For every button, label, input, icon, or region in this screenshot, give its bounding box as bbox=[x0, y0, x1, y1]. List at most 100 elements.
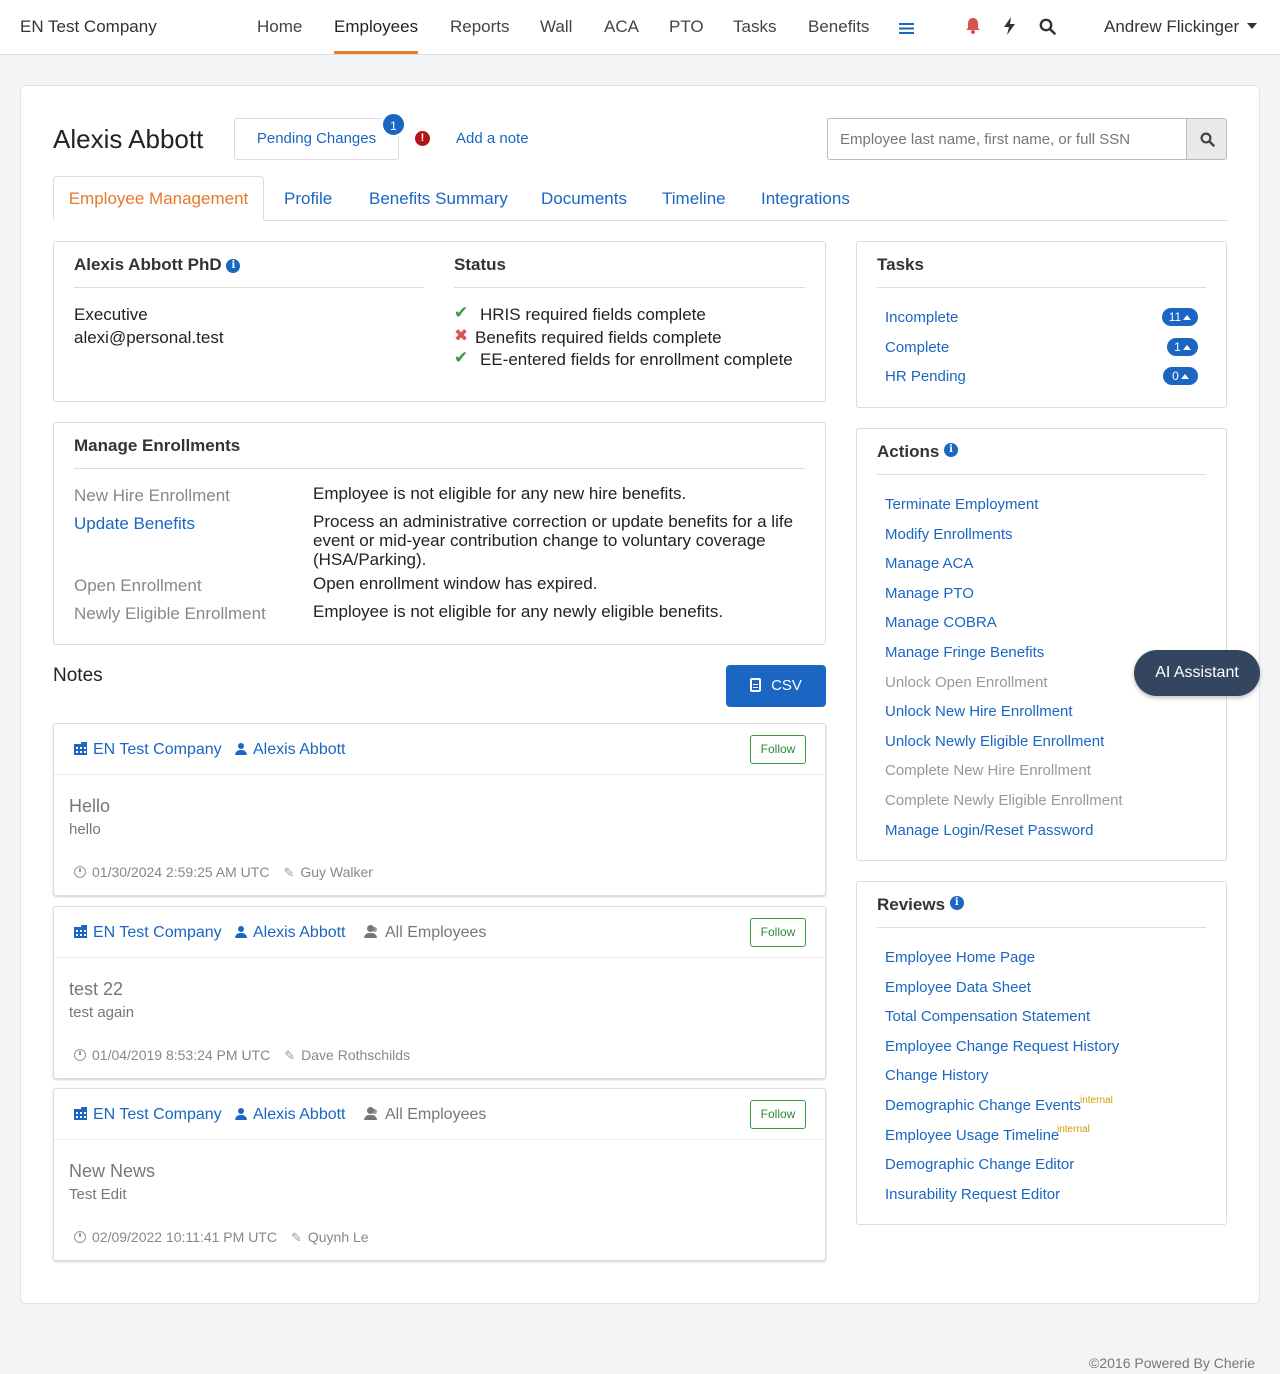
tab-benefits-summary[interactable]: Benefits Summary bbox=[369, 189, 508, 209]
nav-wall[interactable]: Wall bbox=[540, 17, 572, 37]
divider bbox=[54, 957, 825, 958]
users-icon bbox=[363, 925, 379, 938]
check-icon: ✔ bbox=[454, 348, 469, 367]
follow-button[interactable]: Follow bbox=[750, 735, 806, 764]
ai-assistant-button[interactable]: AI Assistant bbox=[1134, 650, 1260, 696]
note-employee-tag[interactable]: Alexis Abbott bbox=[235, 1106, 346, 1124]
alert-icon[interactable]: ! bbox=[415, 131, 430, 146]
nav-home[interactable]: Home bbox=[257, 17, 302, 37]
note-meta: 01/30/2024 2:59:25 AM UTC ✎ Guy Walker bbox=[74, 864, 373, 881]
review-employee-usage-timeline[interactable]: Employee Usage Timeline bbox=[885, 1127, 1059, 1144]
info-icon[interactable]: i bbox=[226, 259, 241, 273]
employee-search-input[interactable] bbox=[827, 118, 1187, 160]
note-card: EN Test Company Alexis Abbott Follow Hel… bbox=[53, 723, 826, 896]
nav-employees[interactable]: Employees bbox=[334, 17, 418, 37]
caret-up-icon bbox=[1183, 315, 1192, 320]
task-hr-pending-link[interactable]: HR Pending bbox=[885, 368, 966, 385]
hamburger-menu-icon[interactable] bbox=[899, 20, 914, 40]
lightning-icon[interactable] bbox=[1003, 17, 1016, 40]
review-insurability-request-editor[interactable]: Insurability Request Editor bbox=[885, 1186, 1060, 1203]
note-author: Dave Rothschilds bbox=[301, 1047, 411, 1063]
open-enrollment-label: Open Enrollment bbox=[74, 576, 202, 595]
nav-reports[interactable]: Reports bbox=[450, 17, 510, 37]
pencil-icon: ✎ bbox=[284, 1048, 296, 1063]
note-company-tag[interactable]: EN Test Company bbox=[74, 741, 222, 759]
note-card: EN Test Company Alexis Abbott All Employ… bbox=[53, 906, 826, 1079]
divider bbox=[54, 1139, 825, 1140]
note-company-tag[interactable]: EN Test Company bbox=[74, 924, 222, 942]
tab-profile[interactable]: Profile bbox=[284, 189, 332, 209]
internal-badge: internal bbox=[1057, 1124, 1090, 1135]
action-manage-aca[interactable]: Manage ACA bbox=[885, 555, 973, 572]
action-manage-login-reset-password[interactable]: Manage Login/Reset Password bbox=[885, 822, 1093, 839]
brand-name[interactable]: EN Test Company bbox=[20, 17, 157, 37]
action-terminate-employment[interactable]: Terminate Employment bbox=[885, 496, 1038, 513]
note-timestamp: 02/09/2022 10:11:41 PM UTC bbox=[92, 1229, 277, 1245]
follow-button[interactable]: Follow bbox=[750, 918, 806, 947]
enrollments-heading: Manage Enrollments bbox=[74, 436, 241, 455]
task-complete-link[interactable]: Complete bbox=[885, 339, 949, 356]
note-title: New News bbox=[69, 1161, 156, 1181]
action-manage-fringe-benefits[interactable]: Manage Fringe Benefits bbox=[885, 644, 1044, 661]
nav-pto[interactable]: PTO bbox=[669, 17, 704, 37]
divider bbox=[54, 774, 825, 775]
action-unlock-new-hire-enrollment[interactable]: Unlock New Hire Enrollment bbox=[885, 703, 1073, 720]
action-manage-pto[interactable]: Manage PTO bbox=[885, 585, 974, 602]
tab-documents[interactable]: Documents bbox=[541, 189, 627, 209]
review-total-compensation-statement[interactable]: Total Compensation Statement bbox=[885, 1008, 1090, 1025]
action-manage-cobra[interactable]: Manage COBRA bbox=[885, 614, 997, 631]
search-button[interactable] bbox=[1186, 118, 1227, 160]
action-modify-enrollments[interactable]: Modify Enrollments bbox=[885, 526, 1013, 543]
note-employee-tag[interactable]: Alexis Abbott bbox=[235, 924, 346, 942]
nav-aca[interactable]: ACA bbox=[604, 17, 639, 37]
action-unlock-newly-eligible-enrollment[interactable]: Unlock Newly Eligible Enrollment bbox=[885, 733, 1104, 750]
note-employee-tag[interactable]: Alexis Abbott bbox=[235, 741, 346, 759]
pending-count-badge: 1 bbox=[381, 112, 406, 137]
divider bbox=[877, 474, 1206, 475]
note-company-tag[interactable]: EN Test Company bbox=[74, 1106, 222, 1124]
footer-text: ©2016 Powered By Cherie bbox=[1089, 1355, 1255, 1371]
review-employee-change-request-history[interactable]: Employee Change Request History bbox=[885, 1038, 1119, 1055]
update-benefits-link[interactable]: Update Benefits bbox=[74, 514, 195, 534]
note-card: EN Test Company Alexis Abbott All Employ… bbox=[53, 1088, 826, 1261]
user-menu[interactable]: Andrew Flickinger bbox=[1104, 17, 1258, 37]
info-icon[interactable]: i bbox=[944, 443, 959, 457]
review-demographic-change-editor[interactable]: Demographic Change Editor bbox=[885, 1156, 1074, 1173]
info-icon[interactable]: i bbox=[949, 896, 964, 910]
nav-tasks[interactable]: Tasks bbox=[733, 17, 776, 37]
review-demographic-change-events[interactable]: Demographic Change Events bbox=[885, 1097, 1081, 1114]
task-complete-count[interactable]: 1 bbox=[1167, 338, 1198, 356]
action-complete-new-hire-enrollment: Complete New Hire Enrollment bbox=[885, 762, 1091, 779]
note-timestamp: 01/04/2019 8:53:24 PM UTC bbox=[92, 1047, 271, 1063]
csv-export-button[interactable]: CSV bbox=[726, 665, 826, 707]
review-change-history[interactable]: Change History bbox=[885, 1067, 988, 1084]
follow-button[interactable]: Follow bbox=[750, 1100, 806, 1129]
divider bbox=[74, 468, 805, 469]
search-icon[interactable] bbox=[1039, 18, 1056, 40]
top-navbar: EN Test Company Home Employees Reports W… bbox=[0, 0, 1280, 55]
task-incomplete-count[interactable]: 11 bbox=[1162, 308, 1198, 326]
add-note-link[interactable]: Add a note bbox=[456, 130, 529, 147]
nav-benefits[interactable]: Benefits bbox=[808, 17, 869, 37]
bell-icon[interactable] bbox=[965, 17, 981, 39]
task-incomplete-link[interactable]: Incomplete bbox=[885, 309, 958, 326]
note-audience-tag: All Employees bbox=[363, 1106, 486, 1124]
internal-badge: internal bbox=[1080, 1095, 1113, 1106]
actions-heading: Actions i bbox=[877, 442, 959, 462]
notes-heading: Notes bbox=[53, 665, 103, 686]
building-icon bbox=[74, 1107, 87, 1120]
note-title: test 22 bbox=[69, 979, 124, 999]
user-icon bbox=[235, 743, 247, 755]
tab-integrations[interactable]: Integrations bbox=[761, 189, 850, 209]
review-employee-data-sheet[interactable]: Employee Data Sheet bbox=[885, 979, 1031, 996]
review-employee-home-page[interactable]: Employee Home Page bbox=[885, 949, 1035, 966]
tab-employee-management[interactable]: Employee Management bbox=[53, 176, 264, 221]
task-hr-pending-count[interactable]: 0 bbox=[1163, 367, 1198, 385]
note-author: Guy Walker bbox=[300, 864, 373, 880]
tab-timeline[interactable]: Timeline bbox=[662, 189, 726, 209]
note-author: Quynh Le bbox=[307, 1229, 369, 1245]
status-item-ee-entered: EE-entered fields for enrollment complet… bbox=[480, 350, 793, 369]
pending-changes-button[interactable]: Pending Changes bbox=[234, 118, 399, 160]
clock-icon bbox=[74, 866, 86, 878]
status-item-benefits: Benefits required fields complete bbox=[475, 328, 722, 347]
